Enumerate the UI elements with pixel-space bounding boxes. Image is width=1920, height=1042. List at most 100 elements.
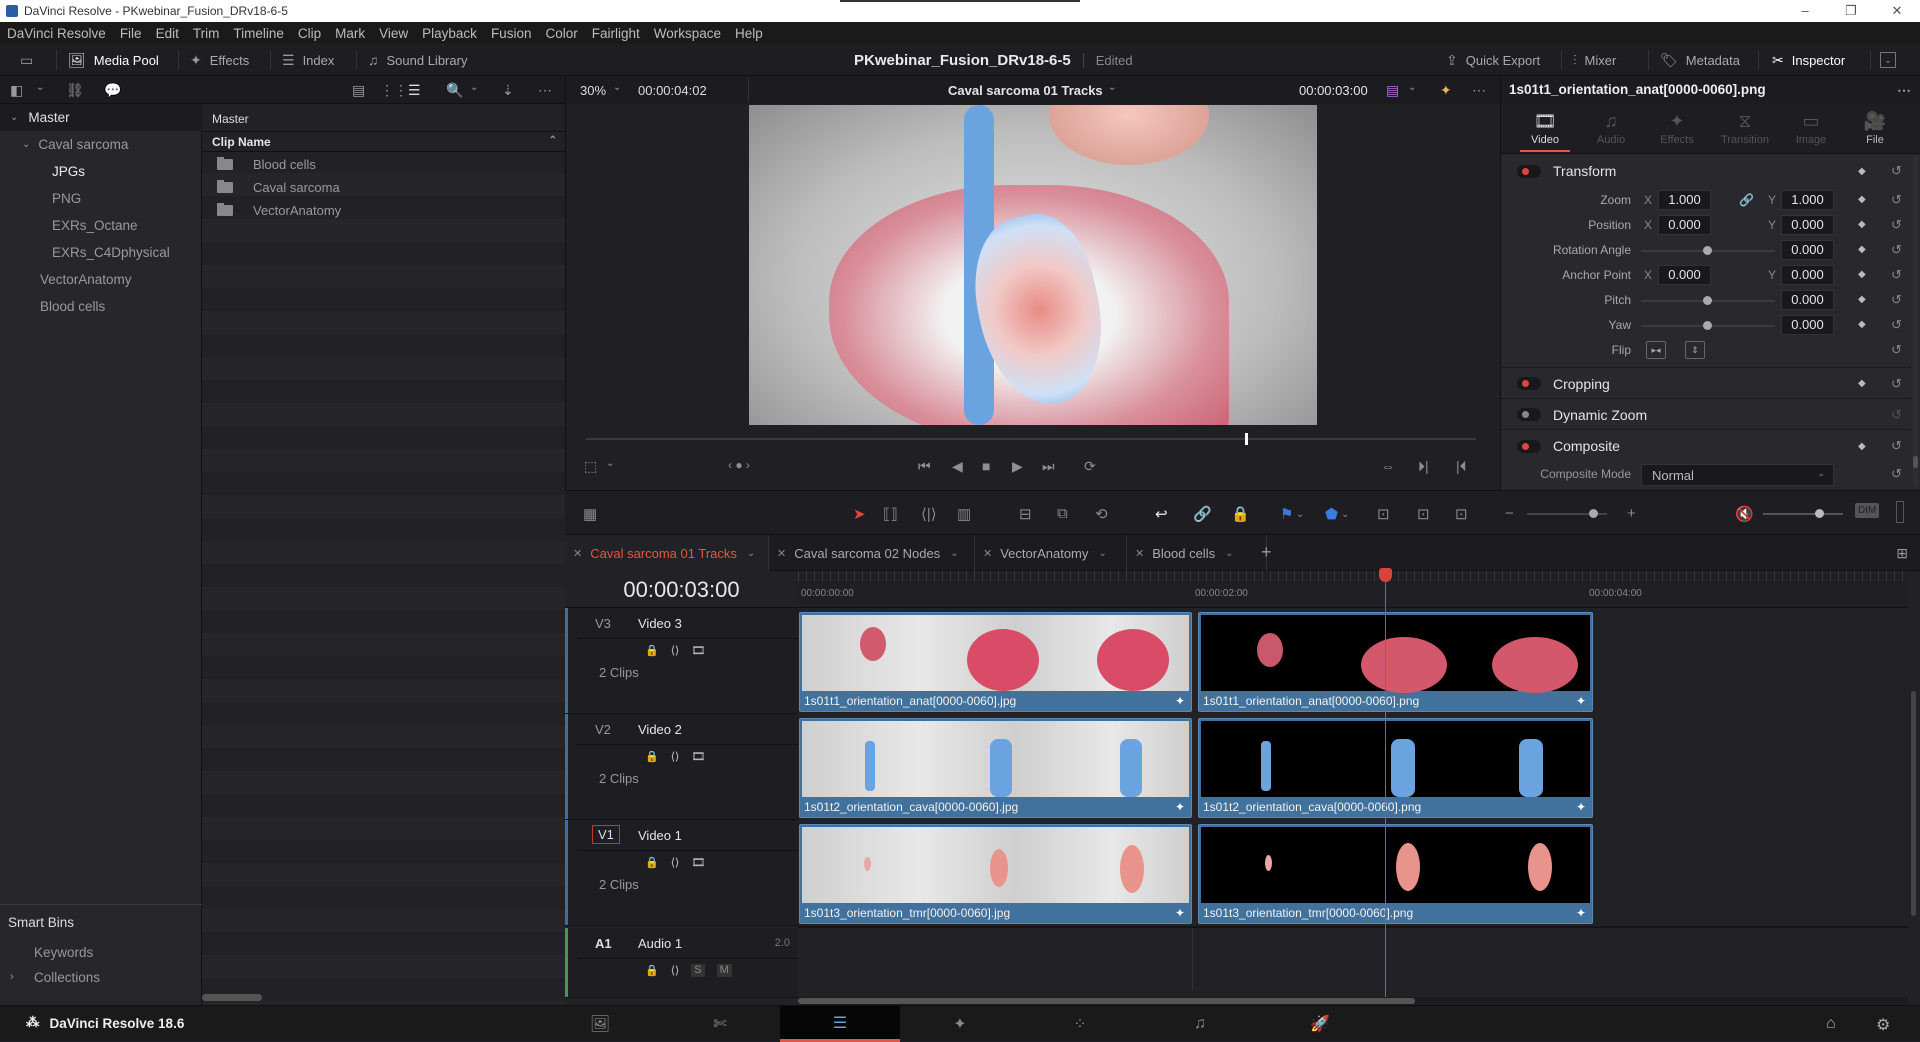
viewer-timeline-name[interactable]: Caval sarcoma 01 Tracks xyxy=(948,83,1103,98)
more-options-icon[interactable]: ⋯ xyxy=(1472,82,1486,99)
clip-row[interactable]: VectorAnatomy xyxy=(202,199,565,222)
tab-video[interactable]: 🎞 Video xyxy=(1515,108,1575,152)
zoom-y-field[interactable]: 1.000 xyxy=(1781,190,1834,210)
track-visibility-icon[interactable]: 🎞 xyxy=(691,750,705,763)
timeline-vertical-scrollbar[interactable] xyxy=(1911,691,1916,916)
timeline-horizontal-scrollbar[interactable] xyxy=(798,998,1415,1004)
play-reverse-button[interactable]: ◀ xyxy=(952,458,963,475)
snapping-icon[interactable]: ↩ xyxy=(1155,505,1168,523)
auto-select-icon[interactable]: ⟨⟩ xyxy=(671,964,680,977)
chevron-down-icon[interactable]: ⌄ xyxy=(1341,509,1349,520)
mute-icon[interactable]: 🔇 xyxy=(1735,505,1754,523)
trim-tool-icon[interactable]: ⟦⟧ xyxy=(883,505,898,523)
auto-select-icon[interactable]: ⟨⟩ xyxy=(671,750,680,763)
list-view-icon[interactable]: ☰ xyxy=(408,82,421,99)
color-effects-icon[interactable]: ✦ xyxy=(1440,82,1452,99)
page-fusion[interactable]: ✦ xyxy=(900,1006,1020,1042)
menu-mark[interactable]: Mark xyxy=(328,26,372,41)
viewer-crop-icon[interactable]: ⬚ xyxy=(584,458,597,475)
menu-view[interactable]: View xyxy=(372,26,415,41)
chevron-down-icon[interactable]: ⌄ xyxy=(613,82,621,93)
pitch-slider[interactable] xyxy=(1641,296,1775,305)
yaw-field[interactable]: 0.000 xyxy=(1781,315,1834,335)
flip-vertical-button[interactable]: ⇕ xyxy=(1685,341,1705,359)
reset-icon[interactable]: ↺ xyxy=(1891,242,1902,258)
previous-edit-button[interactable]: |⏴ xyxy=(1456,458,1467,475)
timeline-tab[interactable]: ✕ VectorAnatomy ⌄ xyxy=(975,535,1127,571)
match-frame-button[interactable]: ⇔ xyxy=(1381,458,1395,474)
zoom-x-field[interactable]: 1.000 xyxy=(1658,190,1711,210)
page-deliver[interactable]: 🚀 xyxy=(1260,1006,1380,1042)
menu-workspace[interactable]: Workspace xyxy=(647,26,728,41)
insert-clip-icon[interactable]: ⊟ xyxy=(1019,505,1032,523)
reset-icon[interactable]: ↺ xyxy=(1891,192,1902,208)
slider-knob[interactable] xyxy=(1703,246,1712,255)
chevron-down-icon[interactable]: ⌄ xyxy=(747,548,755,559)
menu-color[interactable]: Color xyxy=(538,26,584,41)
replace-clip-icon[interactable]: ⟲ xyxy=(1095,505,1108,523)
zoom-full-icon[interactable]: ⊡ xyxy=(1377,505,1390,523)
bin-vectoranatomy[interactable]: VectorAnatomy xyxy=(0,266,202,293)
sidebar-toggle-icon[interactable]: ◧ xyxy=(10,82,23,99)
auto-select-icon[interactable]: ⟨⟩ xyxy=(671,644,680,657)
chevron-down-icon[interactable]: ⌄ xyxy=(1108,82,1116,93)
search-icon[interactable]: 🔍 xyxy=(446,82,463,99)
auto-select-icon[interactable]: ⟨⟩ xyxy=(671,856,680,869)
rotation-field[interactable]: 0.000 xyxy=(1781,240,1834,260)
chevron-down-icon[interactable]: ⌄ xyxy=(1225,548,1233,559)
quick-export-button[interactable]: ⇪ Quick Export xyxy=(1446,44,1540,76)
menu-clip[interactable]: Clip xyxy=(291,26,328,41)
go-to-start-button[interactable]: ⏮ xyxy=(918,458,931,475)
proxy-icon[interactable]: ▤ xyxy=(1386,82,1399,99)
chevron-down-icon[interactable]: ⌄ xyxy=(1098,548,1106,559)
keyframe-icon[interactable]: ◆ xyxy=(1858,441,1866,452)
tab-file[interactable]: 🎥 File xyxy=(1845,108,1905,146)
timeline-clip[interactable]: 1s01t3_orientation_tmr[0000-0060].png ✦ xyxy=(1198,824,1593,924)
close-tab-icon[interactable]: ✕ xyxy=(777,547,786,560)
zoom-out-icon[interactable]: − xyxy=(1505,505,1514,522)
tab-audio[interactable]: ♫ Audio xyxy=(1581,108,1641,146)
more-options-icon[interactable]: ⋯ xyxy=(538,82,552,99)
lock-icon[interactable]: 🔒 xyxy=(645,644,659,657)
linked-selection-icon[interactable]: 🔗 xyxy=(1193,505,1212,523)
dim-button[interactable]: DIM xyxy=(1855,503,1880,518)
timeline-zoom-slider[interactable] xyxy=(1527,509,1607,518)
composite-mode-dropdown[interactable]: Normal ⌄ xyxy=(1641,464,1834,486)
timeline-view-options-icon[interactable]: ▦ xyxy=(583,505,597,523)
chevron-right-icon[interactable]: › xyxy=(10,971,14,983)
zoom-in-icon[interactable]: + xyxy=(1627,505,1636,522)
reset-icon[interactable]: ↺ xyxy=(1891,376,1902,392)
menu-edit[interactable]: Edit xyxy=(149,26,186,41)
bin-exrs-c4dphysical[interactable]: EXRs_C4Dphysical xyxy=(0,239,202,266)
clip-row[interactable]: Blood cells xyxy=(202,153,565,176)
page-cut[interactable]: ✄ xyxy=(660,1006,780,1042)
menu-playback[interactable]: Playback xyxy=(415,26,484,41)
sort-icon[interactable]: ⇣ xyxy=(502,82,514,99)
menu-davinci[interactable]: DaVinci Resolve xyxy=(0,26,113,41)
track-header-v3[interactable]: V3 Video 3 🔒 ⟨⟩ 🎞 2 Clips xyxy=(565,608,798,714)
timeline-tab[interactable]: ✕ Caval sarcoma 02 Nodes ⌄ xyxy=(769,535,975,571)
keyframe-icon[interactable]: ◆ xyxy=(1858,378,1866,389)
mixer-button[interactable]: ⫶ Mixer xyxy=(1573,44,1616,76)
tab-transition[interactable]: ⧖ Transition xyxy=(1715,108,1775,146)
scrubber-handle[interactable] xyxy=(1244,433,1248,445)
menu-fairlight[interactable]: Fairlight xyxy=(585,26,647,41)
stop-button[interactable]: ■ xyxy=(982,458,990,474)
loop-button[interactable]: ⟳ xyxy=(1084,458,1096,475)
chevron-down-icon[interactable]: ⌄ xyxy=(606,458,614,469)
keyframe-icon[interactable]: ◆ xyxy=(1858,194,1866,205)
flag-icon[interactable]: ⚑ xyxy=(1280,505,1293,523)
section-composite[interactable]: Composite ◆ ↺ xyxy=(1501,431,1911,461)
reset-icon[interactable]: ↺ xyxy=(1891,267,1902,283)
timeline-clip[interactable]: 1s01t1_orientation_anat[0000-0060].png ✦ xyxy=(1198,612,1593,712)
reset-icon[interactable]: ↺ xyxy=(1891,342,1902,358)
bin-png[interactable]: PNG xyxy=(0,185,202,212)
chevron-down-icon[interactable]: ⌄ xyxy=(1296,509,1304,520)
add-timeline-tab-button[interactable]: + xyxy=(1261,542,1272,563)
metadata-button[interactable]: 🏷 Metadata xyxy=(1660,44,1740,76)
horizontal-scrollbar[interactable] xyxy=(202,994,262,1001)
menu-timeline[interactable]: Timeline xyxy=(226,26,291,41)
volume-slider[interactable] xyxy=(1763,509,1843,518)
slider-knob[interactable] xyxy=(1703,321,1712,330)
viewer-zoom[interactable]: 30% xyxy=(580,83,606,98)
